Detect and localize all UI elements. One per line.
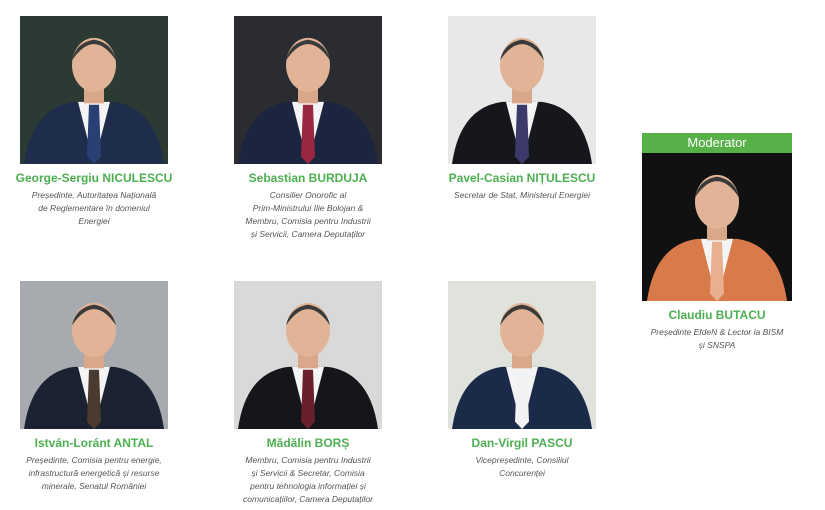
- speaker-card: George-Sergiu NICULESCU Președinte, Auto…: [4, 16, 184, 228]
- tie-shape: [87, 369, 101, 429]
- speaker-card: Dan-Virgil PASCU Vicepreședinte, Consili…: [432, 281, 612, 480]
- tie-shape: [301, 104, 315, 164]
- speaker-role: Consilier Onorofic al Prim-Ministrului I…: [245, 190, 371, 239]
- tie-shape: [515, 104, 529, 164]
- moderator-photo: [642, 153, 792, 301]
- person-photo-icon: [642, 153, 792, 301]
- person-photo-icon: [20, 281, 168, 429]
- head-shape: [286, 302, 330, 357]
- speaker-name: István-Loránt ANTAL: [34, 436, 154, 450]
- tie-shape: [515, 369, 529, 429]
- moderator-card: Moderator Claudiu BUTACU Președinte Efde…: [627, 133, 807, 352]
- person-photo-icon: [20, 16, 168, 164]
- moderator-banner: Moderator: [642, 133, 792, 153]
- speaker-card: Pavel-Casian NIȚULESCU Secretar de Stat,…: [432, 16, 612, 202]
- person-photo-icon: [448, 281, 596, 429]
- tie-shape: [710, 241, 724, 301]
- speaker-role: Președinte, Comisia pentru energie, infr…: [26, 455, 162, 491]
- speaker-name: Dan-Virgil PASCU: [471, 436, 573, 450]
- speaker-card: Sebastian BURDUJA Consilier Onorofic al …: [218, 16, 398, 241]
- speaker-card: István-Loránt ANTAL Președinte, Comisia …: [4, 281, 184, 493]
- head-shape: [695, 174, 739, 229]
- head-shape: [286, 37, 330, 92]
- speaker-name: George-Sergiu NICULESCU: [15, 171, 173, 185]
- moderator-role: Președinte EfdeN & Lector la BISM și SNS…: [650, 327, 784, 350]
- head-shape: [72, 302, 116, 357]
- person-photo-icon: [234, 16, 382, 164]
- speaker-photo: [448, 281, 596, 429]
- speaker-role: Președinte, Autoritatea Națională de Reg…: [31, 190, 157, 226]
- speaker-photo: [20, 281, 168, 429]
- head-shape: [500, 37, 544, 92]
- tie-shape: [301, 369, 315, 429]
- speaker-name: Sebastian BURDUJA: [248, 171, 368, 185]
- speaker-photo: [20, 16, 168, 164]
- speaker-photo: [448, 16, 596, 164]
- speaker-role: Secretar de Stat, Ministerul Energiei: [453, 190, 591, 200]
- person-photo-icon: [448, 16, 596, 164]
- head-shape: [500, 302, 544, 357]
- speaker-name: Pavel-Casian NIȚULESCU: [448, 171, 596, 185]
- moderator-name: Claudiu BUTACU: [668, 308, 766, 322]
- speaker-name: Mădălin BORȘ: [266, 436, 350, 450]
- speaker-photo: [234, 281, 382, 429]
- person-photo-icon: [234, 281, 382, 429]
- tie-shape: [87, 104, 101, 164]
- speaker-photo: [234, 16, 382, 164]
- speaker-role: Membru, Comisia pentru Industrii și Serv…: [243, 455, 373, 504]
- speaker-card: Mădălin BORȘ Membru, Comisia pentru Indu…: [218, 281, 398, 506]
- head-shape: [72, 37, 116, 92]
- speaker-role: Vicepreședinte, Consiliul Concurenței: [475, 455, 569, 478]
